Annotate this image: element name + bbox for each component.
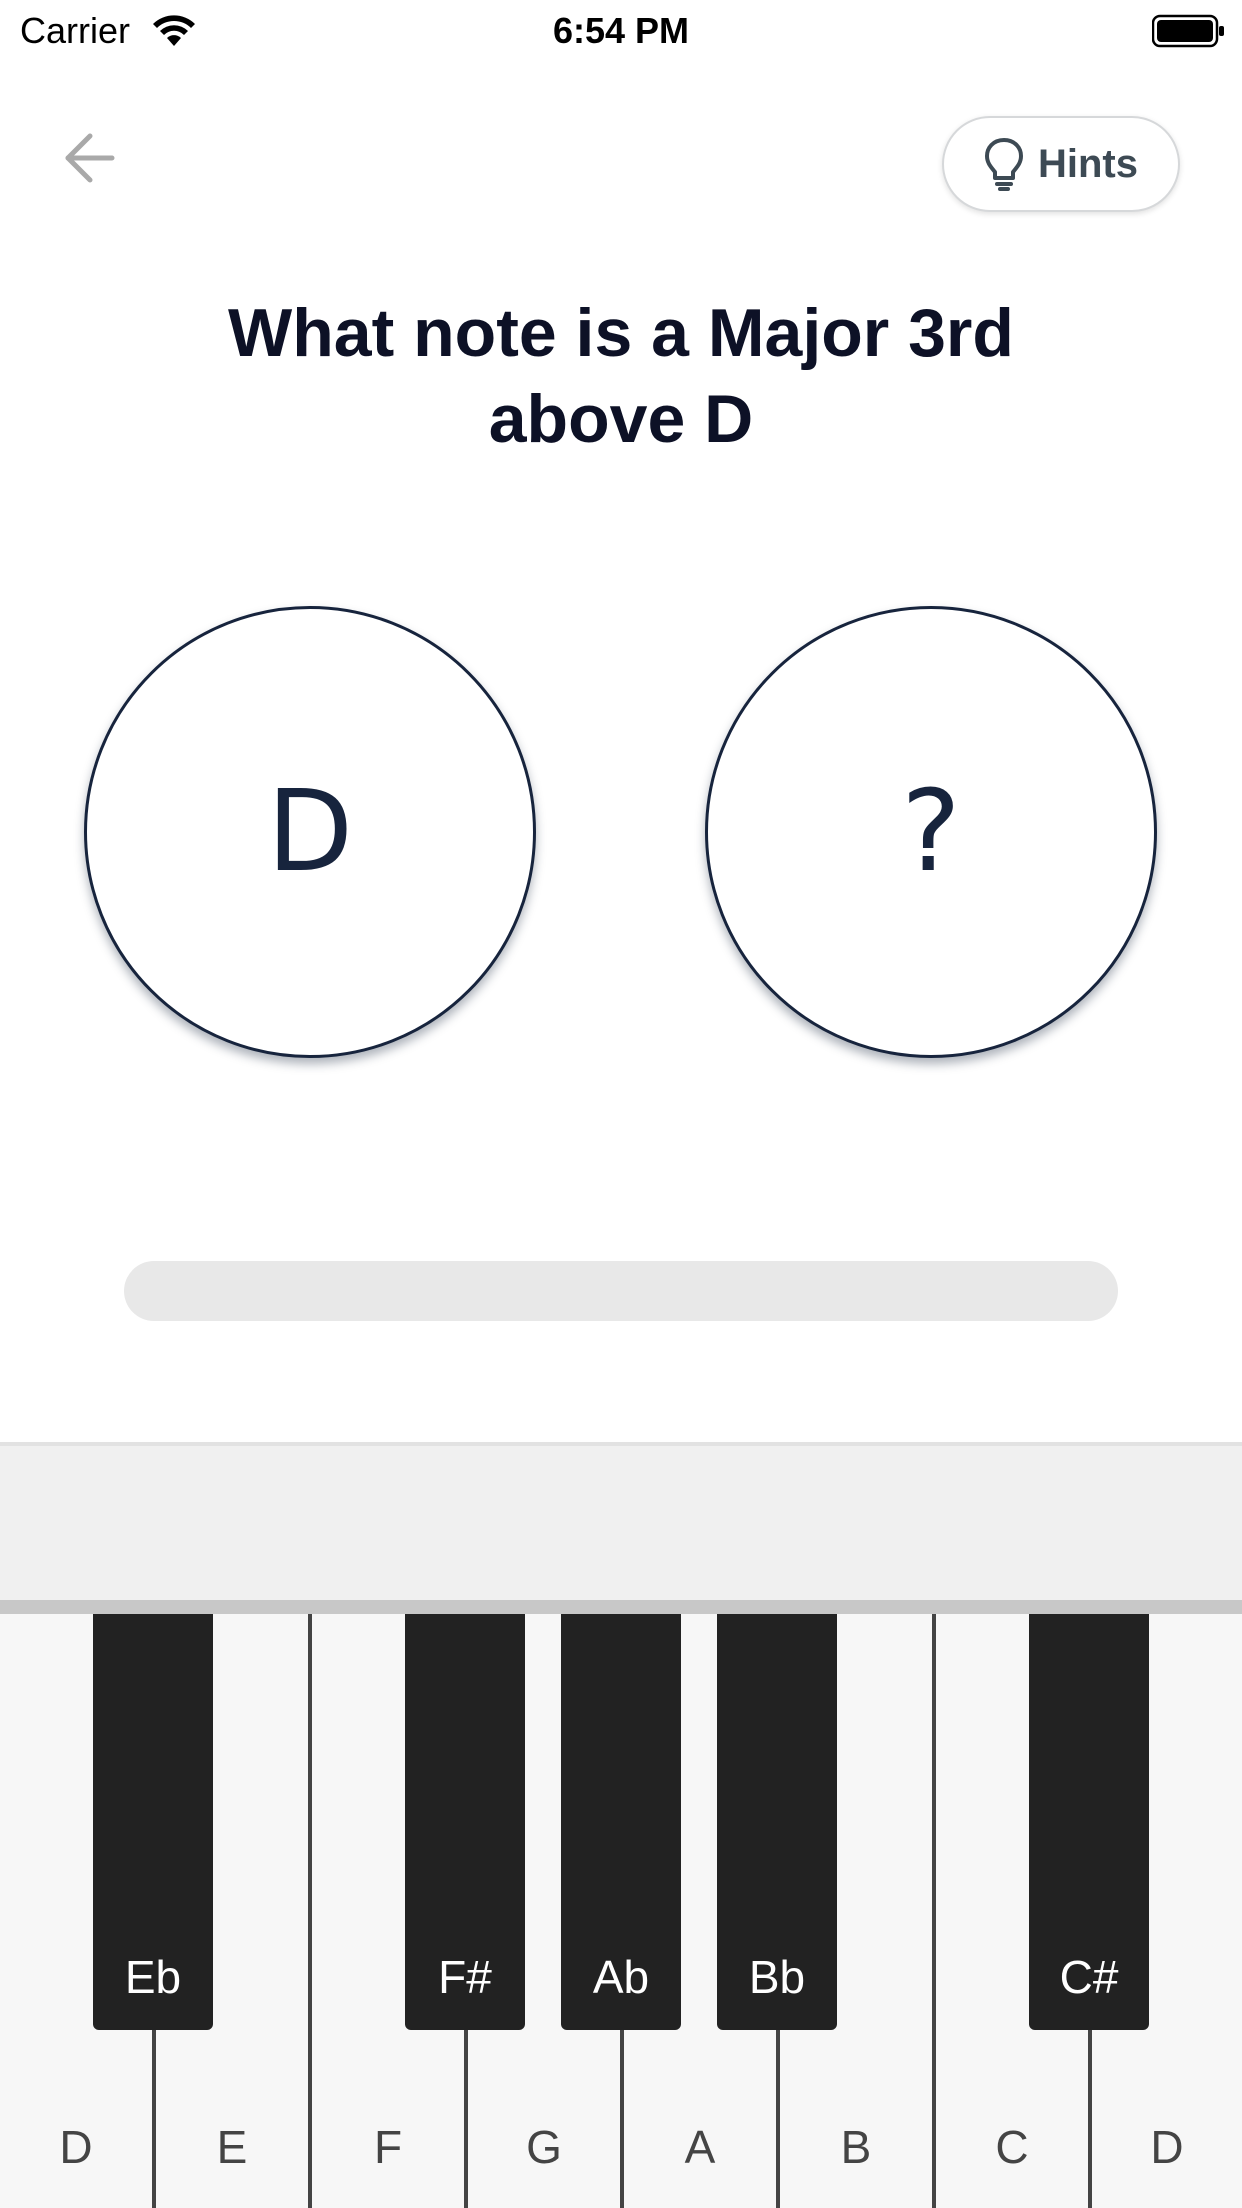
status-bar: Carrier 6:54 PM bbox=[0, 0, 1242, 62]
lightbulb-icon bbox=[985, 138, 1023, 191]
question-line-2: above D bbox=[488, 381, 754, 457]
keyboard-rail bbox=[0, 1600, 1242, 1614]
black-key-ab[interactable]: Ab bbox=[561, 1614, 681, 2030]
key-label: E bbox=[216, 2121, 248, 2173]
keyboard-panel bbox=[0, 1442, 1242, 1600]
answer-note-label: ? bbox=[901, 767, 961, 897]
black-key-c-sharp[interactable]: C# bbox=[1029, 1614, 1149, 2030]
question-title: What note is a Major 3rd above D bbox=[150, 290, 1092, 462]
key-label: F# bbox=[438, 1951, 492, 2003]
key-label: G bbox=[526, 2121, 562, 2173]
root-note-label: D bbox=[266, 767, 354, 897]
root-note-circle: D bbox=[84, 606, 536, 1058]
black-key-f-sharp[interactable]: F# bbox=[405, 1614, 525, 2030]
key-label: D bbox=[1150, 2121, 1184, 2173]
question-line-1: What note is a Major 3rd bbox=[228, 295, 1014, 371]
key-label: Bb bbox=[748, 1951, 806, 2003]
key-label: C# bbox=[1059, 1951, 1119, 2003]
arrow-left-icon bbox=[65, 133, 115, 183]
key-label: B bbox=[840, 2121, 872, 2173]
key-label: F bbox=[373, 2121, 403, 2173]
clock: 6:54 PM bbox=[552, 10, 690, 51]
key-label: A bbox=[684, 2121, 716, 2173]
back-button[interactable] bbox=[62, 130, 132, 200]
progress-bar bbox=[124, 1261, 1118, 1321]
piano-keyboard: D E F G A B C D Eb F# Ab Bb C# bbox=[0, 1614, 1242, 2208]
key-label: Ab bbox=[592, 1951, 650, 2003]
key-label: Eb bbox=[124, 1951, 182, 2003]
hints-button[interactable]: Hints bbox=[942, 116, 1180, 212]
black-key-eb[interactable]: Eb bbox=[93, 1614, 213, 2030]
key-label: C bbox=[995, 2121, 1029, 2173]
battery-icon bbox=[1151, 14, 1226, 53]
screen: Carrier 6:54 PM Hints What note is a Maj… bbox=[0, 0, 1242, 2208]
hints-label: Hints bbox=[1038, 141, 1138, 186]
answer-note-circle: ? bbox=[705, 606, 1157, 1058]
key-label: D bbox=[59, 2121, 93, 2173]
black-key-bb[interactable]: Bb bbox=[717, 1614, 837, 2030]
